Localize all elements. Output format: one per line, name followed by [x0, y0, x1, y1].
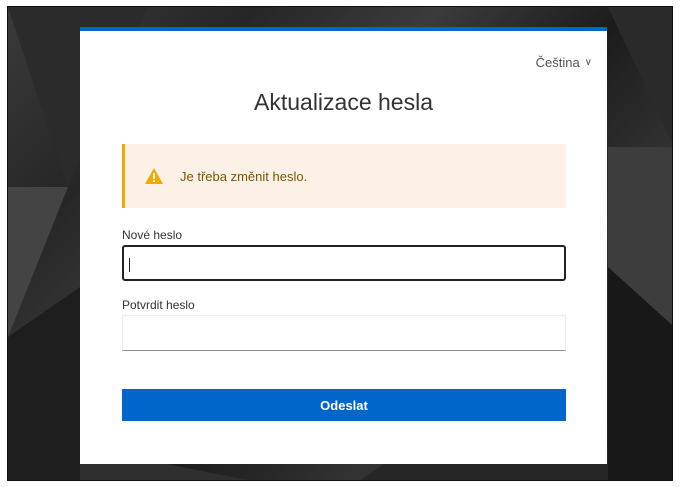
confirm-password-label: Potvrdit heslo — [122, 298, 195, 312]
new-password-label: Nové heslo — [122, 228, 183, 242]
chevron-down-icon: ∨ — [584, 57, 592, 68]
alert-message: Je třeba změnit heslo. — [180, 168, 308, 184]
confirm-password-input[interactable] — [122, 315, 566, 351]
background-frame: Čeština ∨ Aktualizace hesla Je třeba změ… — [7, 6, 673, 481]
language-selector[interactable]: Čeština ∨ — [536, 55, 592, 70]
page-title: Aktualizace hesla — [254, 89, 433, 115]
new-password-input[interactable] — [122, 245, 566, 281]
text-caret — [129, 258, 130, 272]
submit-button[interactable]: Odeslat — [122, 389, 566, 421]
warning-icon — [145, 168, 163, 184]
warning-alert: Je třeba změnit heslo. — [122, 144, 566, 208]
login-card: Čeština ∨ Aktualizace hesla Je třeba změ… — [80, 27, 607, 464]
language-label: Čeština — [535, 55, 580, 70]
